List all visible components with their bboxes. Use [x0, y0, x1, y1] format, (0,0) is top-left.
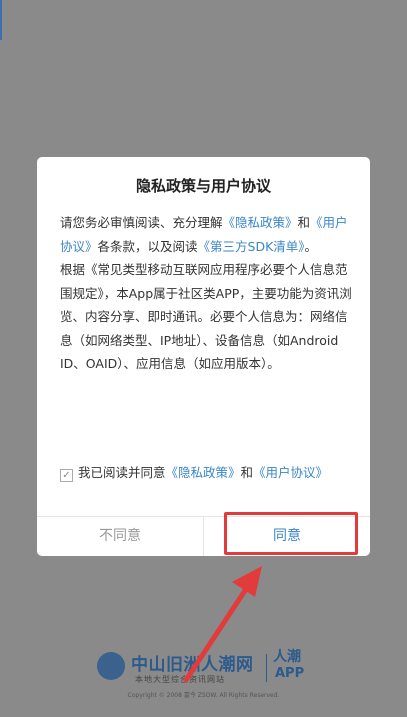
- red-arrow-icon: [183, 566, 262, 683]
- screen: 中山旧洲人潮网 本地大型综合资讯网站 人潮 APP Copyright © 20…: [0, 0, 407, 717]
